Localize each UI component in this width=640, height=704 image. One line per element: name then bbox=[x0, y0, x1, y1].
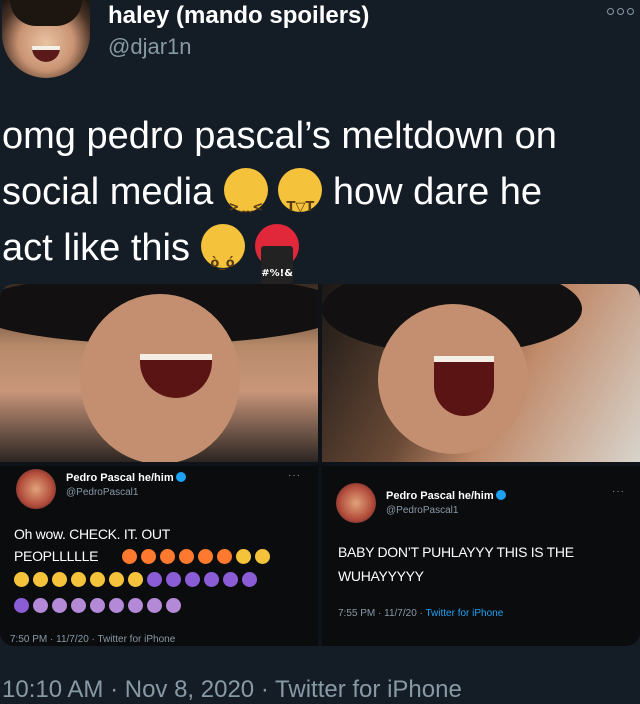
more-options-icon[interactable] bbox=[607, 8, 634, 15]
media-grid: Pedro Pascal he/him @PedroPascal1 ··· Oh… bbox=[0, 284, 640, 646]
mini-avatar bbox=[16, 469, 56, 509]
hugging-face-icon bbox=[236, 549, 251, 564]
mini-avatar bbox=[336, 483, 376, 523]
more-options-icon[interactable]: ··· bbox=[288, 470, 301, 481]
tweet-text: omg pedro pascal’s meltdown on social me… bbox=[2, 108, 632, 302]
face-with-symbols-icon: #%!& bbox=[255, 224, 300, 302]
embedded-tweet-right[interactable]: Pedro Pascal he/him @PedroPascal1 ··· BA… bbox=[322, 466, 640, 646]
loudly-crying-face-icon: T▽T bbox=[278, 168, 323, 215]
verified-icon bbox=[175, 472, 186, 482]
mini-text-line-1: BABY DON’T PUHLAYYY THIS IS THE bbox=[338, 544, 574, 560]
mini-meta-time: 7:55 PM · 11/7/20 · bbox=[338, 608, 426, 619]
alien-monster-icon bbox=[14, 598, 29, 613]
mage-icon bbox=[52, 598, 67, 613]
avatar-hair bbox=[10, 0, 82, 26]
avatar-mouth bbox=[32, 46, 60, 62]
embedded-tweet-left[interactable]: Pedro Pascal he/him @PedroPascal1 ··· Oh… bbox=[0, 466, 318, 646]
hugging-face-icon bbox=[14, 572, 29, 587]
alien-monster-icon bbox=[242, 572, 257, 587]
mini-name: Pedro Pascal he/him bbox=[66, 472, 174, 484]
mini-text-line-2: WUHAYYYYY bbox=[338, 568, 424, 584]
mini-meta: 7:50 PM · 11/7/20 · Twitter for iPhone bbox=[10, 634, 176, 645]
hugging-face-icon bbox=[90, 572, 105, 587]
angry-face-icon: ò_ó bbox=[200, 224, 245, 271]
mage-icon bbox=[33, 598, 48, 613]
hugging-face-icon bbox=[33, 572, 48, 587]
author-handle[interactable]: @djar1n bbox=[108, 34, 192, 60]
hugging-face-icon bbox=[71, 572, 86, 587]
emoji-row-2 bbox=[14, 572, 257, 587]
tweet-header: haley (mando spoilers) @djar1n bbox=[0, 0, 640, 90]
tweet-line-2: social media >﹏< T▽T how dare he bbox=[2, 164, 632, 220]
hugging-face-icon bbox=[109, 572, 124, 587]
mage-icon bbox=[166, 598, 181, 613]
photo-laughing-left[interactable] bbox=[0, 284, 318, 462]
alien-monster-icon bbox=[147, 572, 162, 587]
tweet-line-1: omg pedro pascal’s meltdown on bbox=[2, 115, 557, 157]
tweet-line-3-text: act like this bbox=[2, 227, 190, 269]
mini-handle: @PedroPascal1 bbox=[66, 487, 139, 498]
alien-monster-icon bbox=[223, 572, 238, 587]
hugging-face-icon bbox=[255, 549, 270, 564]
rainbow-icon bbox=[217, 549, 232, 564]
rainbow-icon bbox=[198, 549, 213, 564]
mage-icon bbox=[147, 598, 162, 613]
rainbow-icon bbox=[141, 549, 156, 564]
mage-icon bbox=[90, 598, 105, 613]
mini-name: Pedro Pascal he/him bbox=[386, 490, 494, 502]
mini-handle: @PedroPascal1 bbox=[386, 505, 459, 516]
mini-text-line-1: Oh wow. CHECK. IT. OUT bbox=[14, 526, 170, 542]
avatar[interactable] bbox=[2, 0, 90, 78]
rainbow-icon bbox=[179, 549, 194, 564]
tweet-line-2-end: how dare he bbox=[332, 171, 543, 213]
tweet-line-2-start: social media bbox=[2, 171, 214, 213]
emoji-row-3 bbox=[14, 598, 181, 613]
author-display-name[interactable]: haley (mando spoilers) bbox=[108, 2, 369, 30]
photo-laughing-right[interactable] bbox=[322, 284, 640, 462]
verified-icon bbox=[495, 490, 506, 500]
more-options-icon[interactable]: ··· bbox=[612, 486, 625, 497]
alien-monster-icon bbox=[204, 572, 219, 587]
mage-icon bbox=[71, 598, 86, 613]
mini-text-line-2: PEOPLLLLLE bbox=[14, 548, 99, 564]
rainbow-icon bbox=[122, 549, 137, 564]
tweet-timestamp[interactable]: 10:10 AM · Nov 8, 2020 · Twitter for iPh… bbox=[2, 676, 462, 704]
rainbow-icon bbox=[160, 549, 175, 564]
alien-monster-icon bbox=[166, 572, 181, 587]
open-mouth bbox=[434, 356, 494, 416]
weary-face-icon: >﹏< bbox=[223, 168, 268, 215]
mini-meta-source[interactable]: Twitter for iPhone bbox=[425, 608, 503, 619]
emoji-row-1 bbox=[122, 549, 270, 564]
mage-icon bbox=[128, 598, 143, 613]
alien-monster-icon bbox=[185, 572, 200, 587]
hugging-face-icon bbox=[128, 572, 143, 587]
mage-icon bbox=[109, 598, 124, 613]
hugging-face-icon bbox=[52, 572, 67, 587]
